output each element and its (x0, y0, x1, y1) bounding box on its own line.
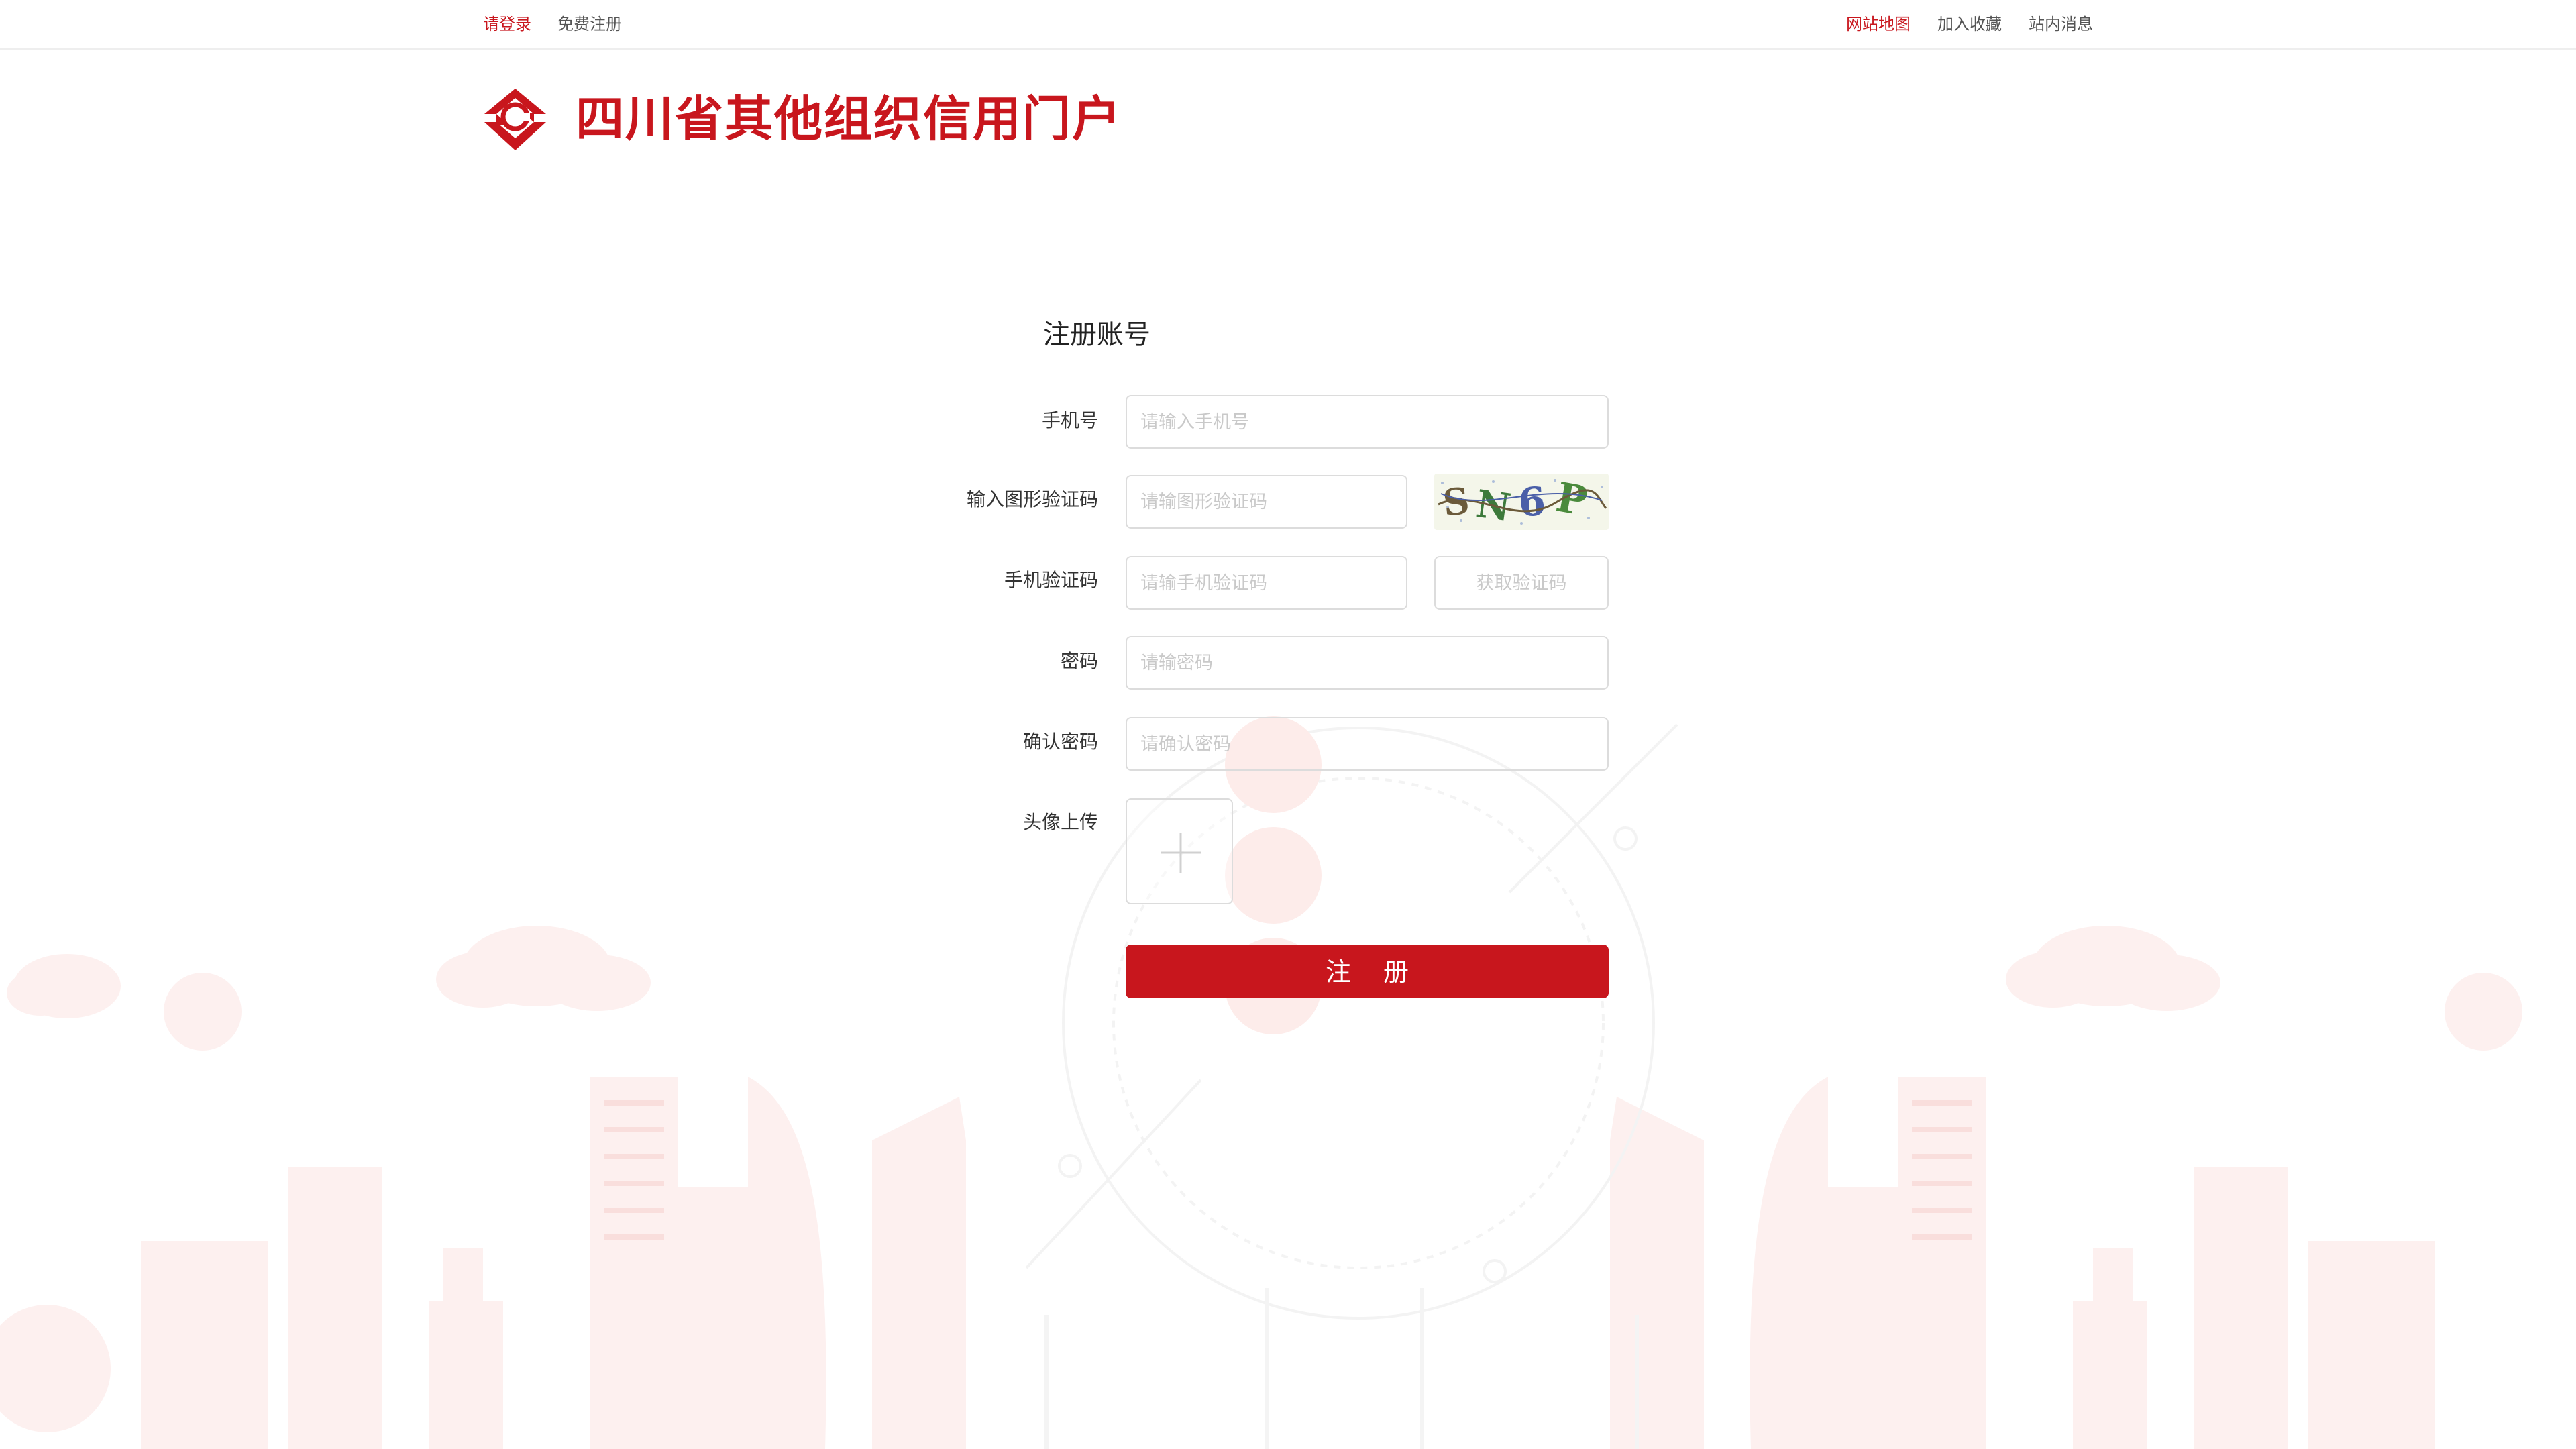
captcha-char-3: 6 (1517, 478, 1547, 526)
password-input[interactable] (1126, 636, 1609, 690)
captcha-image[interactable]: S N 6 P (1434, 474, 1609, 530)
form-title: 注册账号 (1043, 319, 1150, 350)
avatar-upload-box[interactable] (1126, 798, 1233, 904)
phone-input[interactable] (1126, 395, 1609, 449)
confirm-password-label: 确认密码 (1022, 731, 1098, 753)
plus-icon (1161, 833, 1201, 873)
phone-label: 手机号 (1041, 409, 1098, 431)
register-form: 注册账号 手机号 输入图形验证码 S N 6 P 手机验证码 获取验证码 密码 … (0, 0, 2576, 1449)
register-submit-button[interactable]: 注 册 (1126, 945, 1609, 998)
get-sms-code-button[interactable]: 获取验证码 (1434, 556, 1609, 610)
captcha-input[interactable] (1126, 475, 1407, 529)
avatar-upload-label: 头像上传 (1022, 811, 1098, 833)
captcha-label: 输入图形验证码 (966, 488, 1098, 511)
sms-code-label: 手机验证码 (1004, 569, 1098, 591)
sms-code-input[interactable] (1126, 556, 1407, 610)
password-label: 密码 (1060, 650, 1098, 672)
confirm-password-input[interactable] (1126, 717, 1609, 771)
